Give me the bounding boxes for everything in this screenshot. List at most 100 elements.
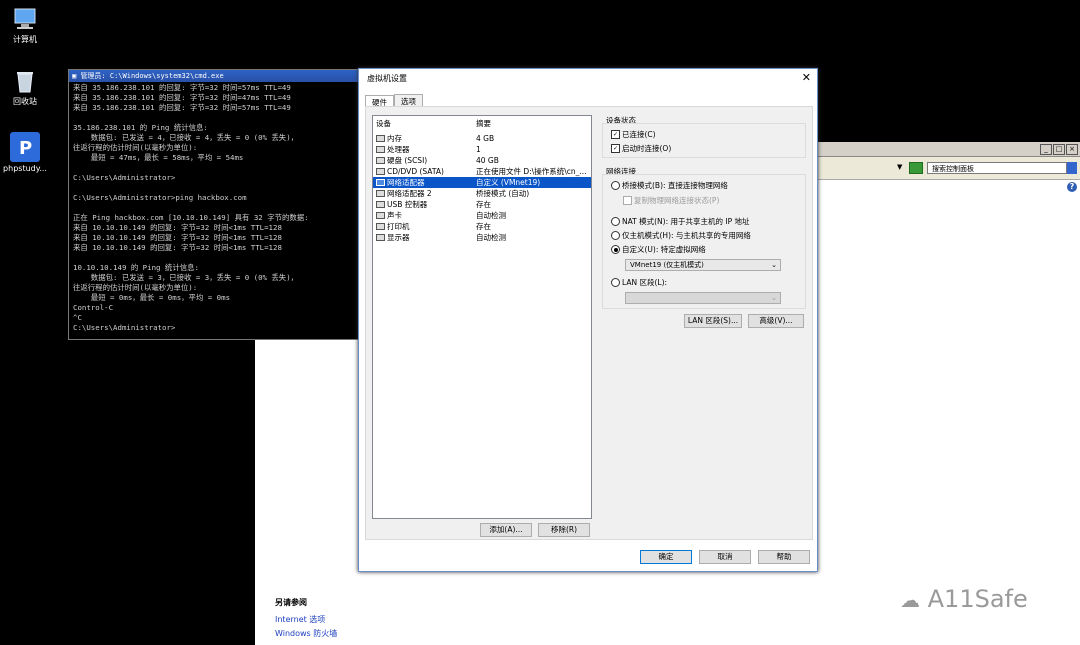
bridged-label: 桥接模式(B): 直接连接物理网络 [622,181,728,190]
search-input[interactable]: 搜索控制面板 [927,162,1067,174]
device-row[interactable]: 处理器 1 [373,144,591,155]
device-name-cell: CD/DVD (SATA) [376,166,476,177]
device-name: 打印机 [387,222,410,231]
cmd-line: 来自 35.186.238.101 的回复: 字节=32 时间=57ms TTL… [73,83,291,92]
network-connection-group: 桥接模式(B): 直接连接物理网络 复制物理网络连接状态(P) NAT 模式(N… [602,174,806,309]
lan-segments-button[interactable]: LAN 区段(S)... [684,314,742,328]
device-summary: 自定义 (VMnet19) [476,178,541,187]
cmd-line [73,203,357,213]
bridged-radio[interactable]: 桥接模式(B): 直接连接物理网络 [611,180,728,191]
cmd-window[interactable]: ▣ 管理员: C:\Windows\system32\cmd.exe 来自 35… [68,69,362,340]
cpu-icon [376,146,385,153]
device-name: 硬盘 (SCSI) [387,156,428,165]
device-row[interactable]: CD/DVD (SATA) 正在使用文件 D:\操作系统\cn_... [373,166,591,177]
cancel-button[interactable]: 取消 [699,550,751,564]
device-row[interactable]: 网络适配器 2 桥接模式 (自动) [373,188,591,199]
ok-button[interactable]: 确定 [640,550,692,564]
help-button[interactable]: 帮助 [758,550,810,564]
device-name-cell: USB 控制器 [376,199,476,210]
printer-icon [376,223,385,230]
device-summary: 存在 [476,222,491,231]
dialog-title: 虚拟机设置 [367,74,407,83]
cmd-line: Control-C [73,303,114,312]
custom-network-value: VMnet19 (仅主机模式) [630,261,704,269]
replicate-state-checkbox[interactable]: 复制物理网络连接状态(P) [623,195,719,206]
cmd-line: 来自 10.10.10.149 的回复: 字节=32 时间<1ms TTL=12… [73,243,282,252]
cmd-line: C:\Users\Administrator> [73,173,176,182]
connected-label: 已连接(C) [622,130,656,139]
close-button[interactable]: × [1066,144,1078,155]
host-only-radio[interactable]: 仅主机模式(H): 与主机共享的专用网络 [611,230,751,241]
device-row[interactable]: 硬盘 (SCSI) 40 GB [373,155,591,166]
link-windows-firewall[interactable]: Windows 防火墙 [275,628,337,639]
cmd-titlebar: ▣ 管理员: C:\Windows\system32\cmd.exe [69,70,361,82]
device-list[interactable]: 设备 摘要 内存 4 GB 处理器 1 硬盘 (SCSI) 40 GB CD/DVD (SA… [372,115,592,519]
usb-icon [376,201,385,208]
connect-at-power-on-label: 启动时连接(O) [622,144,672,153]
cmd-line: 最短 = 0ms，最长 = 0ms，平均 = 0ms [73,293,231,302]
dropdown-arrow-icon[interactable]: ▼ [897,163,902,171]
maximize-button[interactable]: □ [1053,144,1065,155]
host-only-label: 仅主机模式(H): 与主机共享的专用网络 [622,231,751,240]
device-row[interactable]: 打印机 存在 [373,221,591,232]
device-summary: 自动检测 [476,233,506,242]
refresh-icon[interactable] [909,162,923,174]
cmd-line: C:\Users\Administrator> [73,323,176,332]
device-row[interactable]: 内存 4 GB [373,133,591,144]
hardware-panel: 设备 摘要 内存 4 GB 处理器 1 硬盘 (SCSI) 40 GB CD/DVD (SA… [365,106,813,540]
cmd-line: 往返行程的估计时间(以毫秒为单位): [73,283,198,292]
device-name-cell: 处理器 [376,144,476,155]
connected-checkbox[interactable]: ✓ 已连接(C) [611,129,656,140]
device-row[interactable]: 显示器 自动检测 [373,232,591,243]
lan-segment-radio[interactable]: LAN 区段(L): [611,277,667,288]
device-row[interactable]: 声卡 自动检测 [373,210,591,221]
remove-device-button[interactable]: 移除(R) [538,523,590,537]
column-summary: 摘要 [476,119,491,128]
custom-radio[interactable]: 自定义(U): 特定虚拟网络 [611,244,706,255]
device-name-cell: 硬盘 (SCSI) [376,155,476,166]
harddisk-icon [376,157,385,164]
search-icon[interactable] [1067,162,1077,174]
see-also-title: 另请参阅 [275,598,307,607]
memory-icon [376,135,385,142]
minimize-button[interactable]: _ [1040,144,1052,155]
device-name: USB 控制器 [387,200,428,209]
watermark: ☁ A11Safe [900,585,1028,613]
column-device: 设备 [376,119,391,128]
lan-segment-select[interactable]: ⌄ [625,292,781,304]
computer-icon [12,6,38,32]
advanced-button[interactable]: 高级(V)... [748,314,804,328]
device-status-group: ✓ 已连接(C) ✓ 启动时连接(O) [602,123,806,158]
nat-radio[interactable]: NAT 模式(N): 用于共享主机的 IP 地址 [611,216,750,227]
device-summary: 1 [476,145,481,154]
desktop-icon-computer[interactable]: 计算机 [0,6,50,45]
device-summary: 自动检测 [476,211,506,220]
desktop-icon-phpstudy[interactable]: P phpstudy... [0,132,50,173]
device-name: CD/DVD (SATA) [387,167,444,176]
sound-icon [376,212,385,219]
device-row[interactable]: 网络适配器 自定义 (VMnet19) [373,177,591,188]
add-device-button[interactable]: 添加(A)... [480,523,532,537]
cmd-line: C:\Users\Administrator>ping hackbox.com [73,193,247,202]
cmd-line: 来自 35.186.238.101 的回复: 字节=32 时间=57ms TTL… [73,103,291,112]
cmd-line: 来自 35.186.238.101 的回复: 字节=32 时间=47ms TTL… [73,93,291,102]
custom-network-select[interactable]: VMnet19 (仅主机模式) ⌄ [625,259,781,271]
replicate-state-label: 复制物理网络连接状态(P) [634,196,720,205]
device-list-header: 设备 摘要 [373,116,591,133]
cmd-line: 35.186.238.101 的 Ping 统计信息: [73,123,208,132]
device-row[interactable]: USB 控制器 存在 [373,199,591,210]
lan-segment-label: LAN 区段(L): [622,278,668,287]
connect-at-power-on-checkbox[interactable]: ✓ 启动时连接(O) [611,143,671,154]
cmd-output[interactable]: 来自 35.186.238.101 的回复: 字节=32 时间=57ms TTL… [69,82,361,334]
close-icon[interactable]: ✕ [802,72,811,84]
device-name-cell: 打印机 [376,221,476,232]
link-internet-options[interactable]: Internet 选项 [275,614,337,625]
device-name-cell: 声卡 [376,210,476,221]
device-name: 处理器 [387,145,410,154]
device-name: 内存 [387,134,402,143]
help-icon[interactable]: ? [1067,182,1077,192]
device-summary: 存在 [476,200,491,209]
checkmark-icon: ✓ [611,144,620,153]
desktop-icon-recycle-bin[interactable]: 回收站 [0,68,50,107]
cmd-line [73,183,357,193]
